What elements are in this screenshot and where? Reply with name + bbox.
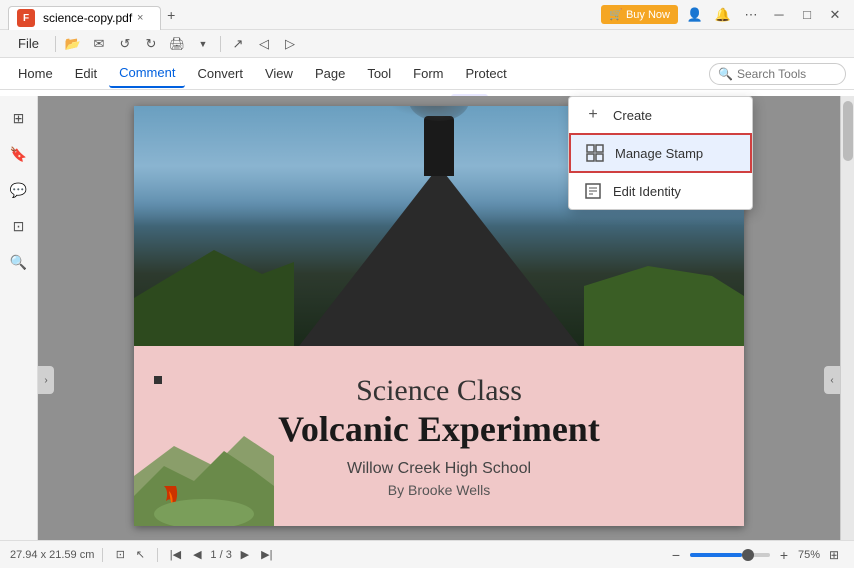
cursor-button[interactable]: ↖ [131, 546, 149, 564]
left-sidebar: ⊞ 🔖 💬 ⊡ 🔍 [0, 96, 38, 540]
last-page-button[interactable]: ▶| [258, 546, 276, 564]
top-controls-bar: File 📂 ✉ ↺ ↻ 🖨 ▼ ↗ ◁ ▷ [0, 30, 854, 58]
sidebar-bookmark-button[interactable]: 🔖 [5, 140, 33, 168]
dropdown-arrow[interactable]: ▼ [192, 33, 214, 55]
next-page-button[interactable]: ▶ [236, 546, 254, 564]
scroll-thumb[interactable] [843, 101, 853, 161]
search-box[interactable]: 🔍 [709, 63, 846, 85]
edit-identity-icon [583, 181, 603, 201]
separator [157, 548, 158, 562]
undo-button[interactable]: ↺ [114, 33, 136, 55]
menu-edit[interactable]: Edit [65, 60, 107, 88]
search-input[interactable] [737, 67, 837, 81]
sidebar-search-button[interactable]: 🔍 [5, 248, 33, 276]
terrain-left [134, 226, 294, 346]
pdf-content-section: Science Class Volcanic Experiment Willow… [134, 346, 744, 526]
status-bar: 27.94 x 21.59 cm ⊡ ↖ |◀ ◀ 1 / 3 ▶ ▶| − +… [0, 540, 854, 568]
close-tab-button[interactable]: × [132, 10, 148, 26]
pdf-title-light: Science Class [356, 374, 522, 408]
current-page: 1 [210, 549, 216, 561]
menu-tool[interactable]: Tool [357, 60, 401, 88]
create-label: Create [613, 108, 652, 123]
buy-now-area: 🛒 Buy Now 👤 🔔 ⋯ ─ □ ✕ [601, 4, 846, 26]
forward-button[interactable]: ▷ [279, 33, 301, 55]
manage-stamp-icon [585, 143, 605, 163]
pdf-author: By Brooke Wells [388, 482, 490, 498]
page-navigation: |◀ ◀ 1 / 3 ▶ ▶| [166, 546, 275, 564]
nav-controls: ⊡ ↖ [111, 546, 149, 564]
sidebar-comment-button[interactable]: 💬 [5, 176, 33, 204]
panels-icon: ⊞ [13, 110, 25, 127]
pdf-title-bold: Volcanic Experiment [278, 408, 600, 450]
more-options-icon[interactable]: ⋯ [740, 4, 762, 26]
volcano-shape [299, 166, 579, 346]
buy-now-button[interactable]: 🛒 Buy Now [601, 5, 678, 24]
left-collapse-button[interactable]: › [38, 366, 54, 394]
right-scrollbar[interactable] [840, 96, 854, 540]
email-button[interactable]: ✉ [88, 33, 110, 55]
active-tab[interactable]: F science-copy.pdf × [8, 6, 161, 30]
menu-bar: Home Edit Comment Convert View Page Tool… [0, 58, 854, 90]
volcano-top [424, 116, 454, 176]
maximize-button[interactable]: □ [796, 4, 818, 26]
menu-comment[interactable]: Comment [109, 60, 185, 88]
menu-home[interactable]: Home [8, 60, 63, 88]
menu-view[interactable]: View [255, 60, 303, 88]
zoom-in-button[interactable]: + [774, 545, 794, 565]
dimensions-text: 27.94 x 21.59 cm [10, 549, 94, 561]
notification-icon[interactable]: 🔔 [712, 4, 734, 26]
menu-page[interactable]: Page [305, 60, 355, 88]
create-stamp-item[interactable]: + Create [569, 97, 752, 133]
title-bar: F science-copy.pdf × + 🛒 Buy Now 👤 🔔 ⋯ ─… [0, 0, 854, 30]
fit-page-button[interactable]: ⊡ [111, 546, 129, 564]
first-page-button[interactable]: |◀ [166, 546, 184, 564]
menu-form[interactable]: Form [403, 60, 453, 88]
zoom-slider-fill [690, 553, 742, 557]
manage-stamp-item[interactable]: Manage Stamp [569, 133, 752, 173]
app-icon: F [17, 9, 35, 27]
back-button[interactable]: ◁ [253, 33, 275, 55]
zoom-slider-thumb[interactable] [742, 549, 754, 561]
zoom-out-button[interactable]: − [666, 545, 686, 565]
separator [220, 36, 221, 52]
edit-identity-item[interactable]: Edit Identity [569, 173, 752, 209]
sidebar-pages-button[interactable]: ⊡ [5, 212, 33, 240]
window-close-button[interactable]: ✕ [824, 4, 846, 26]
comment-icon: 💬 [10, 182, 27, 199]
search-icon: 🔍 [10, 254, 27, 271]
bookmark-icon: 🔖 [10, 146, 27, 163]
pages-icon: ⊡ [13, 218, 25, 235]
separator [102, 548, 103, 562]
pdf-subtitle: Willow Creek High School [347, 460, 531, 478]
menu-protect[interactable]: Protect [456, 60, 517, 88]
zoom-slider[interactable] [690, 553, 770, 557]
zoom-level-text: 75% [798, 549, 820, 561]
stamp-dropdown-menu: + Create Manage Stamp Edit Identity [568, 96, 753, 210]
new-tab-button[interactable]: + [161, 5, 181, 25]
filename: science-copy.pdf [43, 11, 132, 25]
separator [55, 36, 56, 52]
zoom-controls: − + 75% ⊞ [666, 545, 844, 565]
menu-convert[interactable]: Convert [187, 60, 253, 88]
sidebar-panels-button[interactable]: ⊞ [5, 104, 33, 132]
edit-identity-label: Edit Identity [613, 184, 681, 199]
decoration-dot [154, 376, 162, 384]
fit-width-button[interactable]: ⊞ [824, 545, 844, 565]
user-icon[interactable]: 👤 [684, 4, 706, 26]
volcano-corner-decoration [134, 396, 274, 526]
redo-button[interactable]: ↻ [140, 33, 162, 55]
page-indicator: 1 / 3 [210, 549, 231, 561]
search-icon: 🔍 [718, 67, 733, 81]
total-pages: 3 [226, 549, 232, 561]
right-collapse-button[interactable]: ‹ [824, 366, 840, 394]
prev-page-button[interactable]: ◀ [188, 546, 206, 564]
manage-stamp-label: Manage Stamp [615, 146, 703, 161]
terrain-right [584, 246, 744, 346]
file-menu[interactable]: File [8, 30, 49, 58]
print-button[interactable]: 🖨 [166, 33, 188, 55]
open-button[interactable]: 📂 [62, 33, 84, 55]
external-link-button[interactable]: ↗ [227, 33, 249, 55]
create-icon: + [583, 105, 603, 125]
minimize-button[interactable]: ─ [768, 4, 790, 26]
